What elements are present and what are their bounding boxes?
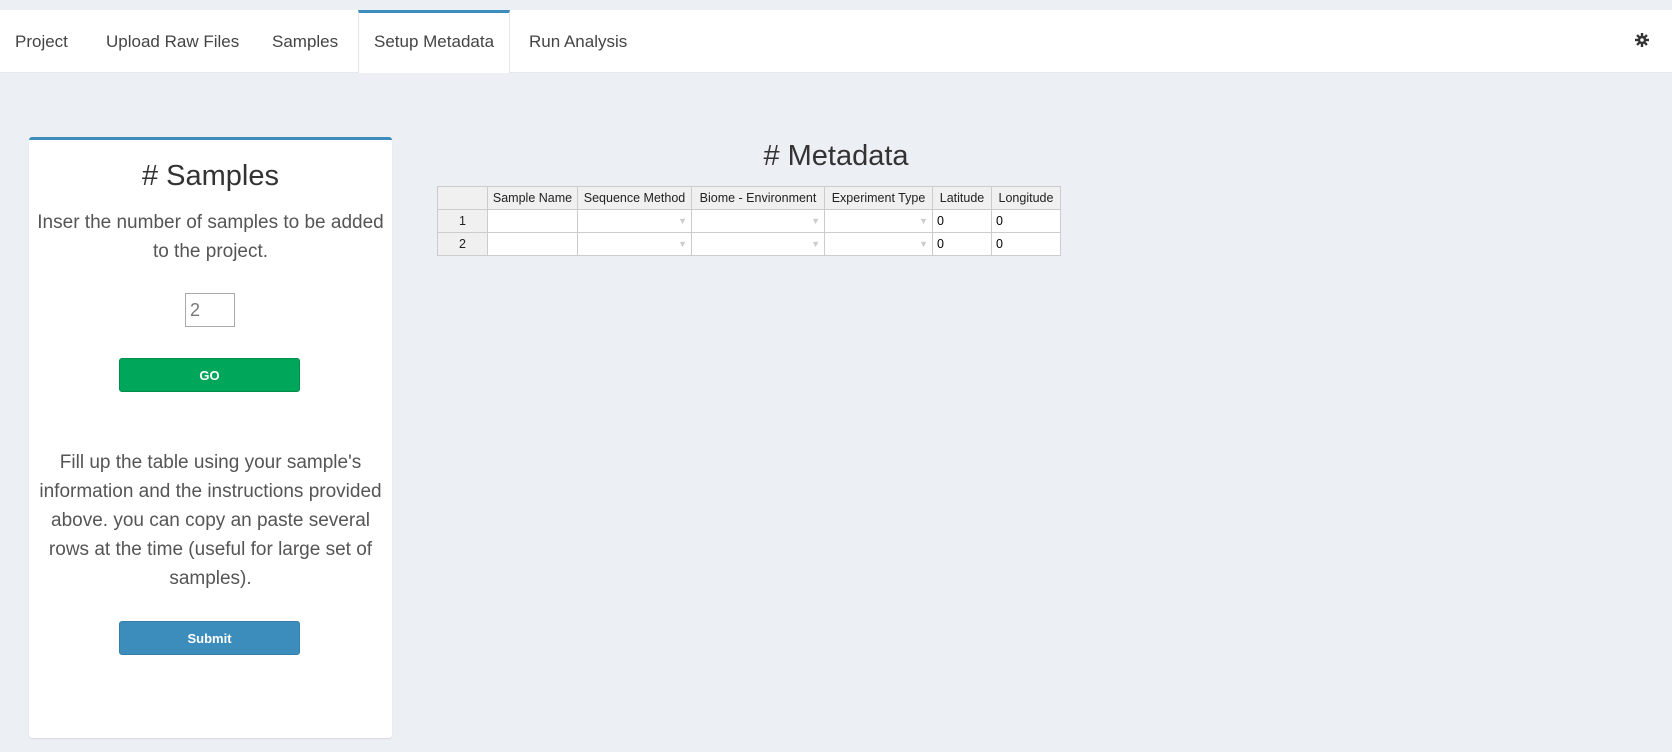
col-header-latitude[interactable]: Latitude — [932, 186, 992, 210]
dropdown-arrow-icon[interactable]: ▼ — [811, 239, 820, 249]
gear-icon[interactable] — [1634, 32, 1650, 48]
cell-experiment-type[interactable]: ▼ — [824, 232, 933, 256]
col-header-sequence-method[interactable]: Sequence Method — [577, 186, 692, 210]
tab-upload-raw-files[interactable]: Upload Raw Files — [91, 10, 254, 73]
samples-panel: # Samples Inser the number of samples to… — [29, 137, 392, 738]
submit-button[interactable]: Submit — [119, 621, 300, 655]
tab-project[interactable]: Project — [0, 10, 83, 73]
col-header-experiment-type[interactable]: Experiment Type — [824, 186, 933, 210]
go-button[interactable]: GO — [119, 358, 300, 392]
table-header-row: Sample Name Sequence Method Biome - Envi… — [437, 186, 1061, 210]
cell-sample-name[interactable] — [487, 232, 578, 256]
cell-latitude[interactable]: 0 — [932, 209, 992, 233]
dropdown-arrow-icon[interactable]: ▼ — [811, 216, 820, 226]
tab-samples[interactable]: Samples — [257, 10, 353, 73]
col-header-biome-environment[interactable]: Biome - Environment — [691, 186, 825, 210]
table-row: 2 ▼ ▼ ▼ 0 0 — [437, 232, 1061, 256]
metadata-table: Sample Name Sequence Method Biome - Envi… — [437, 186, 1061, 256]
metadata-title: # Metadata — [763, 140, 909, 172]
cell-longitude[interactable]: 0 — [991, 232, 1061, 256]
cell-longitude[interactable]: 0 — [991, 209, 1061, 233]
table-row: 1 ▼ ▼ ▼ 0 0 — [437, 209, 1061, 233]
dropdown-arrow-icon[interactable]: ▼ — [919, 239, 928, 249]
cell-sequence-method[interactable]: ▼ — [577, 232, 692, 256]
cell-experiment-type[interactable]: ▼ — [824, 209, 933, 233]
tab-run-analysis[interactable]: Run Analysis — [514, 10, 642, 73]
samples-help-text: Fill up the table using your sample's in… — [39, 452, 382, 589]
samples-title: # Samples — [141, 160, 279, 192]
cell-latitude[interactable]: 0 — [932, 232, 992, 256]
dropdown-arrow-icon[interactable]: ▼ — [919, 216, 928, 226]
col-header-longitude[interactable]: Longitude — [991, 186, 1061, 210]
top-navbar: Project Upload Raw Files Samples Setup M… — [0, 10, 1672, 73]
dropdown-arrow-icon[interactable]: ▼ — [678, 239, 687, 249]
sample-count-input[interactable] — [185, 293, 235, 327]
tab-setup-metadata[interactable]: Setup Metadata — [358, 10, 511, 73]
dropdown-arrow-icon[interactable]: ▼ — [678, 216, 687, 226]
row-index: 1 — [437, 209, 488, 233]
samples-description: Inser the number of samples to be added … — [37, 212, 384, 262]
corner-header — [437, 186, 488, 210]
col-header-sample-name[interactable]: Sample Name — [487, 186, 578, 210]
row-index: 2 — [437, 232, 488, 256]
cell-sample-name[interactable] — [487, 209, 578, 233]
cell-biome-environment[interactable]: ▼ — [691, 209, 825, 233]
cell-biome-environment[interactable]: ▼ — [691, 232, 825, 256]
top-strip — [0, 0, 1672, 10]
cell-sequence-method[interactable]: ▼ — [577, 209, 692, 233]
